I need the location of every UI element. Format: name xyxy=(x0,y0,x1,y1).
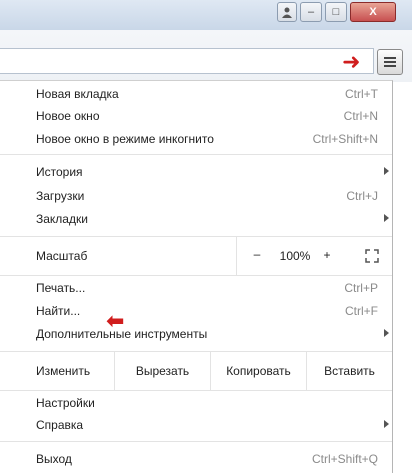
edit-row: Изменить Вырезать Копировать Вставить xyxy=(0,352,392,390)
menu-item-new-tab[interactable]: Новая вкладка Ctrl+T xyxy=(0,83,392,105)
fullscreen-icon[interactable] xyxy=(365,249,379,263)
menu-item-shortcut: Ctrl+P xyxy=(344,281,378,295)
menu-item-label: Закладки xyxy=(36,212,88,226)
menu-item-history[interactable]: История xyxy=(0,161,392,183)
menu-item-label: Настройки xyxy=(36,396,95,410)
menu-item-label: Найти... xyxy=(36,304,81,318)
title-bar: – □ X xyxy=(0,0,412,30)
zoom-in-button[interactable]: + xyxy=(317,248,337,262)
menu-item-find[interactable]: Найти... Ctrl+F xyxy=(0,300,392,322)
menu-item-label: Загрузки xyxy=(36,189,85,203)
close-button[interactable]: X xyxy=(350,2,396,22)
menu-item-label: Новое окно в режиме инкогнито xyxy=(36,132,214,146)
submenu-arrow-icon xyxy=(384,167,389,175)
submenu-arrow-icon xyxy=(384,420,389,428)
address-bar[interactable] xyxy=(0,48,374,74)
menu-divider xyxy=(0,441,392,442)
menu-item-shortcut: Ctrl+Shift+N xyxy=(312,132,378,146)
menu-item-help[interactable]: Справка xyxy=(0,414,392,436)
menu-item-settings[interactable]: Настройки xyxy=(0,392,392,414)
window-controls: – □ X xyxy=(277,2,396,22)
menu-item-exit[interactable]: Выход Ctrl+Shift+Q xyxy=(0,448,392,470)
zoom-level: 100% xyxy=(279,249,311,263)
menu-item-label: Новое окно xyxy=(36,109,100,123)
menu-item-label: История xyxy=(36,165,83,179)
menu-item-shortcut: Ctrl+T xyxy=(345,87,378,101)
copy-button[interactable]: Копировать xyxy=(210,352,306,390)
menu-item-shortcut: Ctrl+J xyxy=(346,189,378,203)
zoom-row: Масштаб – 100% + xyxy=(0,237,392,275)
chrome-menu-button[interactable] xyxy=(377,49,403,75)
menu-item-shortcut: Ctrl+N xyxy=(343,109,378,123)
minimize-button[interactable]: – xyxy=(300,2,322,22)
menu-item-incognito[interactable]: Новое окно в режиме инкогнито Ctrl+Shift… xyxy=(0,128,392,150)
menu-item-label: Выход xyxy=(36,452,72,466)
menu-divider xyxy=(0,390,392,391)
menu-item-more-tools[interactable]: Дополнительные инструменты xyxy=(0,323,392,345)
menu-item-label: Печать... xyxy=(36,281,86,295)
user-icon xyxy=(282,7,292,18)
annotation-arrow-icon: ⬅ xyxy=(106,308,125,333)
submenu-arrow-icon xyxy=(384,214,389,222)
menu-item-bookmarks[interactable]: Закладки xyxy=(0,208,392,230)
cut-button[interactable]: Вырезать xyxy=(114,352,210,390)
chrome-main-menu: Новая вкладка Ctrl+T Новое окно Ctrl+N Н… xyxy=(0,80,393,473)
zoom-out-button[interactable]: – xyxy=(247,247,267,261)
submenu-arrow-icon xyxy=(384,329,389,337)
hamburger-menu-icon xyxy=(384,55,396,69)
zoom-controls: – 100% + xyxy=(236,237,392,275)
menu-item-print[interactable]: Печать... Ctrl+P xyxy=(0,277,392,299)
user-button[interactable] xyxy=(277,2,297,22)
menu-divider xyxy=(0,275,392,276)
paste-button[interactable]: Вставить xyxy=(306,352,392,390)
menu-item-new-window[interactable]: Новое окно Ctrl+N xyxy=(0,105,392,127)
maximize-button[interactable]: □ xyxy=(325,2,347,22)
menu-item-shortcut: Ctrl+Shift+Q xyxy=(311,452,378,466)
annotation-arrow-icon: ➜ xyxy=(342,49,361,74)
menu-item-label: Новая вкладка xyxy=(36,87,119,101)
menu-item-downloads[interactable]: Загрузки Ctrl+J xyxy=(0,185,392,207)
menu-divider xyxy=(0,154,392,155)
edit-label: Изменить xyxy=(36,364,91,378)
menu-item-shortcut: Ctrl+F xyxy=(345,304,378,318)
zoom-label: Масштаб xyxy=(36,249,88,263)
menu-item-label: Справка xyxy=(36,418,84,432)
